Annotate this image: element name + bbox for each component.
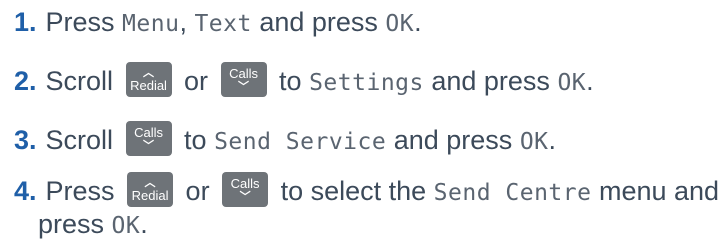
step-number: 1. (14, 7, 37, 37)
step-text: or (178, 176, 218, 206)
display-text-ok: OK (519, 129, 549, 155)
step-4-continuation: press OK. (38, 204, 148, 246)
step-text: Press (45, 7, 123, 37)
redial-key-icon: ︿ Redial (127, 172, 174, 207)
key-label: Redial (130, 78, 167, 93)
key-label: Redial (131, 188, 169, 203)
step-1: 1. Press Menu, Text and press OK. (14, 2, 422, 44)
step-text: and press (251, 7, 386, 37)
step-text: to (176, 125, 215, 155)
step-number: 3. (14, 125, 37, 155)
step-text: and press (386, 125, 520, 155)
step-text: to (271, 66, 310, 96)
step-text: to select the (273, 176, 434, 206)
step-text: Press (45, 176, 123, 206)
step-text: , (179, 7, 195, 37)
key-label: Calls (230, 176, 260, 191)
calls-key-icon: Calls ﹀ (222, 172, 269, 207)
step-3: 3. Scroll Calls ﹀ to Send Service and pre… (14, 120, 556, 162)
display-text-send-service: Send Service (214, 129, 387, 155)
calls-key-icon: Calls ﹀ (125, 121, 172, 156)
step-text: or (176, 66, 216, 96)
chevron-up-icon: ︿ (143, 66, 155, 79)
step-number: 4. (14, 176, 37, 206)
chevron-down-icon: ﹀ (239, 190, 251, 203)
display-text-menu: Menu (122, 11, 180, 37)
display-text-text: Text (194, 11, 252, 37)
key-label: Calls (229, 66, 258, 81)
display-text-ok: OK (557, 70, 587, 96)
step-text: . (414, 7, 422, 37)
key-label: Calls (134, 125, 163, 140)
instruction-steps: 1. Press Menu, Text and press OK. 2. Scr… (0, 0, 720, 242)
display-text-ok: OK (111, 213, 141, 239)
calls-key-icon: Calls ﹀ (220, 62, 267, 97)
step-text: . (140, 209, 148, 239)
step-text: Scroll (45, 66, 121, 96)
step-text: . (586, 66, 594, 96)
step-text: menu and (591, 176, 720, 206)
chevron-down-icon: ﹀ (238, 80, 250, 93)
display-text-settings: Settings (309, 70, 424, 96)
step-number: 2. (14, 66, 37, 96)
step-text: Scroll (45, 125, 121, 155)
chevron-down-icon: ﹀ (143, 139, 155, 152)
chevron-up-icon: ︿ (144, 176, 156, 189)
step-text: . (548, 125, 557, 155)
step-text: and press (423, 66, 558, 96)
redial-key-icon: ︿ Redial (125, 62, 172, 97)
display-text-ok: OK (385, 11, 415, 37)
step-2: 2. Scroll ︿ Redial or Calls ﹀ to Settings … (14, 61, 594, 103)
display-text-send-centre: Send Centre (433, 180, 592, 206)
step-text: press (38, 209, 112, 239)
